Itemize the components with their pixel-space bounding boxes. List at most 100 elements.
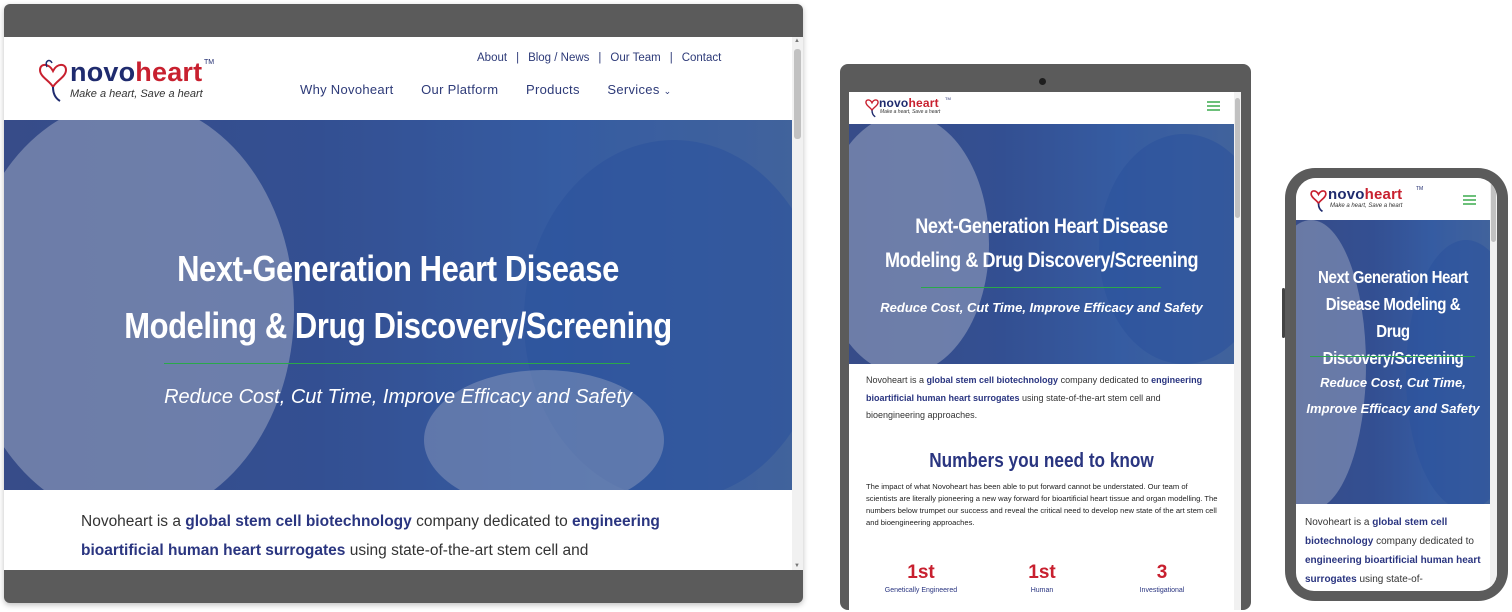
desktop-mockup: novoheart TM Make a heart, Save a heart … — [4, 4, 803, 603]
site-header: novoheart TM Make a heart, Save a heart — [1296, 178, 1490, 220]
scrollbar-thumb[interactable] — [794, 49, 801, 139]
logo-heart: heart — [908, 96, 939, 110]
phone-mockup: novoheart TM Make a heart, Save a heart … — [1282, 168, 1508, 601]
heart-logo-icon — [38, 59, 68, 102]
logo-heart: heart — [1364, 186, 1403, 203]
hero-banner: Next Generation Heart Disease Modeling & … — [1296, 220, 1490, 504]
stat-item: 1st Genetically Engineered — [861, 562, 981, 594]
nav-why-novoheart[interactable]: Why Novoheart — [300, 82, 394, 97]
hero-title-line3: Discovery/Screening — [1322, 348, 1464, 368]
site-logo[interactable]: novoheart TM Make a heart, Save a heart — [865, 96, 955, 120]
phone-screen: novoheart TM Make a heart, Save a heart … — [1296, 178, 1497, 591]
camera-icon — [1039, 78, 1046, 85]
hero-title-line2: Modeling & Drug Discovery/Screening — [884, 249, 1199, 272]
stat-value: 3 — [1156, 562, 1168, 583]
tablet-screen: novoheart TM Make a heart, Save a heart … — [849, 92, 1241, 610]
heart-logo-icon — [1310, 190, 1327, 213]
scroll-down-icon[interactable]: ▼ — [794, 563, 800, 569]
logo-novo: novo — [70, 57, 136, 87]
hero-subtitle: Reduce Cost, Cut Time, Improve Efficacy … — [1306, 375, 1480, 416]
stat-label: Investigational — [1139, 587, 1185, 594]
intro-paragraph: Novoheart is a global stem cell biotechn… — [866, 372, 1216, 425]
hamburger-menu-icon[interactable] — [1463, 195, 1476, 207]
scrollbar-thumb[interactable] — [1235, 98, 1240, 218]
nav-about[interactable]: About — [477, 52, 507, 64]
top-nav: About | Blog / News | Our Team | Contact — [477, 52, 721, 64]
chevron-down-icon: ⌄ — [663, 86, 672, 96]
hero-title: Next-Generation Heart Disease Modeling & … — [876, 210, 1207, 278]
scrollbar-thumb[interactable] — [1491, 182, 1496, 242]
intro-text: company dedicated to — [1373, 536, 1474, 547]
hero-divider — [921, 287, 1161, 288]
intro-text: company dedicated to — [1058, 375, 1152, 385]
responsive-mockup-stage: novoheart TM Make a heart, Save a heart … — [0, 0, 1512, 612]
logo-heart: heart — [135, 57, 203, 87]
intro-text: Novoheart is a — [1305, 517, 1373, 528]
stat-item: 3 Investigational — [1102, 562, 1222, 594]
nav-separator: | — [598, 52, 602, 64]
intro-paragraph: Novoheart is a global stem cell biotechn… — [1305, 513, 1485, 589]
desktop-scrollbar[interactable]: ▲ ▼ — [792, 37, 803, 570]
nav-services[interactable]: Services ⌄ — [607, 82, 671, 97]
nav-separator: | — [516, 52, 520, 64]
numbers-heading: Numbers you need to know — [929, 450, 1154, 472]
hero-title-line1: Next-Generation Heart Disease — [915, 215, 1168, 238]
logo-wordmark: novoheart — [879, 96, 939, 110]
logo-tagline: Make a heart, Save a heart — [880, 109, 941, 115]
hero-title-line1: Next-Generation Heart Disease — [177, 248, 619, 289]
nav-contact[interactable]: Contact — [682, 52, 722, 64]
intro-text: using state-of- — [1356, 574, 1423, 585]
stat-label: Genetically Engineered — [884, 587, 958, 594]
hero-title: Next-Generation Heart Disease Modeling & … — [59, 240, 737, 354]
tablet-mockup: novoheart TM Make a heart, Save a heart … — [840, 64, 1251, 610]
hero-divider — [1310, 356, 1475, 357]
intro-text: Novoheart is a — [866, 375, 927, 385]
logo-trademark: TM — [204, 59, 215, 66]
nav-products[interactable]: Products — [526, 82, 580, 97]
desktop-screen: novoheart TM Make a heart, Save a heart … — [4, 37, 803, 570]
hero-banner: Next-Generation Heart Disease Modeling & … — [849, 124, 1234, 364]
hero-subtitle: Reduce Cost, Cut Time, Improve Efficacy … — [164, 386, 632, 408]
hero-title-line2: Disease Modeling & Drug — [1325, 294, 1461, 341]
main-nav: Why Novoheart Our Platform Products Serv… — [300, 82, 695, 97]
logo-trademark: TM — [1416, 186, 1424, 192]
site-logo[interactable]: novoheart TM Make a heart, Save a heart — [1310, 186, 1424, 214]
nav-our-platform[interactable]: Our Platform — [421, 82, 498, 97]
numbers-paragraph: The impact of what Novoheart has been ab… — [866, 482, 1218, 527]
logo-trademark: TM — [945, 96, 951, 101]
intro-highlight: global stem cell biotechnology — [185, 513, 412, 530]
nav-our-team[interactable]: Our Team — [610, 52, 660, 64]
intro-text: Novoheart is a — [81, 513, 186, 530]
nav-separator: | — [669, 52, 673, 64]
hamburger-menu-icon[interactable] — [1207, 101, 1220, 113]
phone-side-button — [1282, 288, 1285, 338]
intro-text: company dedicated to — [411, 513, 573, 530]
phone-scrollbar[interactable] — [1490, 178, 1497, 591]
intro-paragraph: Novoheart is a global stem cell biotechn… — [81, 507, 721, 565]
hero-subtitle: Reduce Cost, Cut Time, Improve Efficacy … — [880, 300, 1203, 315]
site-header: novoheart TM Make a heart, Save a heart … — [4, 37, 792, 120]
stat-value: 1st — [1028, 562, 1056, 583]
intro-text: using state-of-the-art stem cell and — [345, 542, 589, 559]
stat-label: Human — [1030, 587, 1054, 594]
hero-title-line2: Modeling & Drug Discovery/Screening — [124, 305, 672, 346]
intro-highlight: global stem cell biotechnology — [926, 375, 1059, 385]
hero-banner: Next-Generation Heart Disease Modeling & … — [4, 120, 792, 490]
logo-tagline: Make a heart, Save a heart — [1330, 203, 1403, 209]
stat-value: 1st — [907, 562, 935, 583]
logo-novo: novo — [1328, 186, 1365, 203]
heart-logo-icon — [865, 99, 879, 118]
scroll-up-icon[interactable]: ▲ — [794, 38, 800, 44]
tablet-scrollbar[interactable] — [1234, 92, 1241, 610]
nav-blog-news[interactable]: Blog / News — [528, 52, 589, 64]
logo-tagline: Make a heart, Save a heart — [70, 88, 203, 100]
logo-novo: novo — [879, 96, 909, 110]
stat-item: 1st Human — [982, 562, 1102, 594]
nav-services-label: Services — [607, 82, 660, 97]
hero-divider — [164, 363, 630, 364]
site-logo[interactable]: novoheart TM Make a heart, Save a heart — [38, 57, 218, 105]
logo-wordmark: novoheart — [1328, 186, 1402, 203]
hero-title-line1: Next Generation Heart — [1318, 267, 1468, 287]
site-header: novoheart TM Make a heart, Save a heart — [849, 92, 1234, 124]
logo-wordmark: novoheart — [70, 57, 202, 88]
